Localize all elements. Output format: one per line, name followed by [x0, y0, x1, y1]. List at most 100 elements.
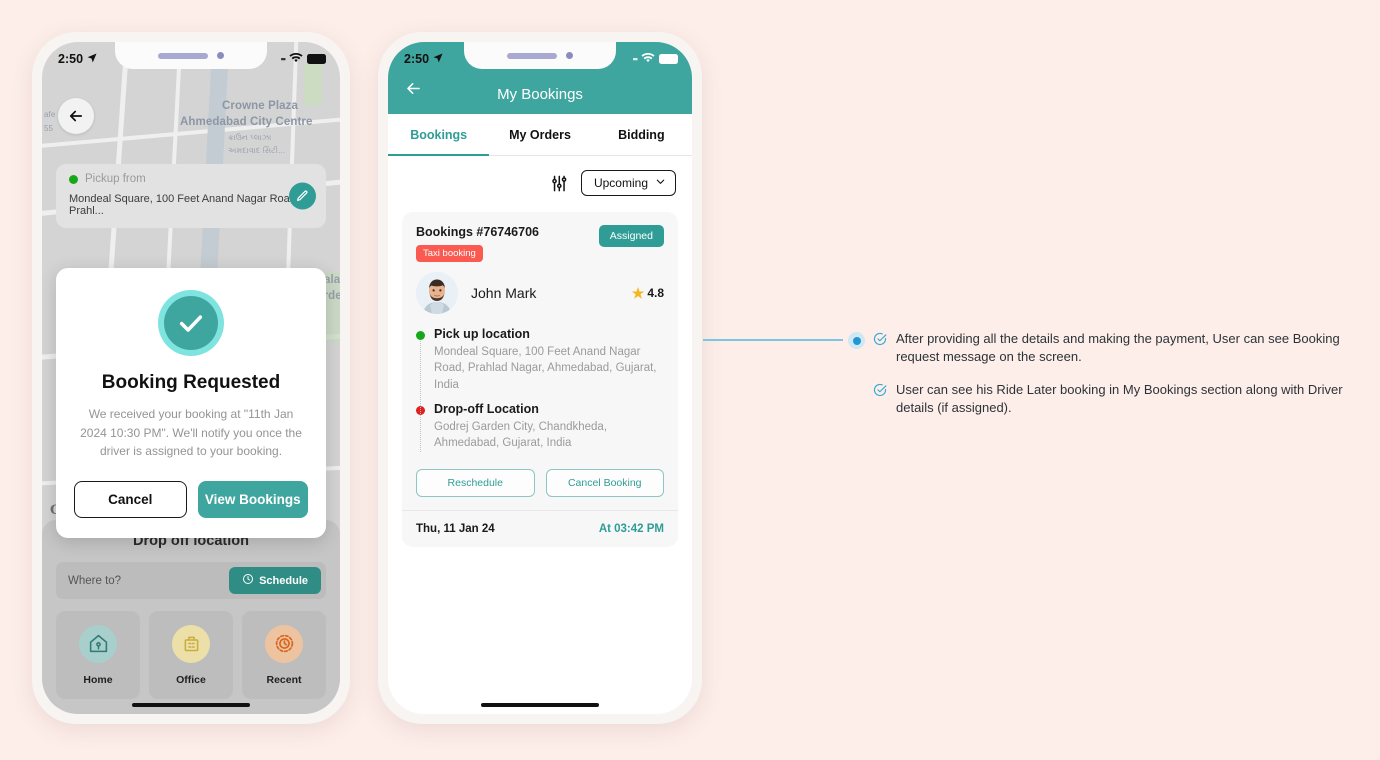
- check-circle-icon: [873, 332, 887, 367]
- pickup-texts: Pick up location Mondeal Square, 100 Fee…: [434, 327, 664, 393]
- driver-name: John Mark: [471, 285, 537, 301]
- edit-pencil-icon[interactable]: [289, 182, 316, 210]
- pickup-location-row: Pick up location Mondeal Square, 100 Fee…: [416, 327, 664, 393]
- phone-mockup-my-bookings: My Bookings Bookings My Orders Bidding U…: [378, 32, 702, 724]
- dropoff-title: Drop-off Location: [434, 401, 539, 416]
- quick-office[interactable]: Office: [149, 611, 233, 699]
- pickup-address: Mondeal Square, 100 Feet Anand Nagar Roa…: [69, 193, 299, 217]
- page-title: My Bookings: [497, 86, 583, 103]
- status-time: 2:50: [58, 52, 84, 66]
- success-check-inner: [164, 296, 218, 350]
- quick-recent[interactable]: Recent: [242, 611, 326, 699]
- status-indicators: ▪▪: [281, 51, 326, 68]
- booking-date: Thu, 11 Jan 24: [416, 522, 495, 535]
- connector-dot-core: [852, 336, 861, 345]
- status-time-group: 2:50: [404, 52, 444, 67]
- location-arrow-icon: [432, 52, 444, 67]
- status-time: 2:50: [404, 52, 430, 66]
- phone1-notch: [115, 42, 267, 69]
- tab-bar: Bookings My Orders Bidding: [388, 114, 692, 156]
- tab-bookings[interactable]: Bookings: [388, 114, 490, 156]
- driver-rating: ★ 4.8: [632, 285, 664, 302]
- annotation-connector-dot: [848, 332, 865, 349]
- route-dotted-line: [420, 341, 421, 452]
- wifi-icon: [641, 51, 655, 68]
- screenshot-stage: Crowne Plaza Ahmedabad City Centre Praha…: [0, 0, 1380, 760]
- battery-icon: [659, 54, 678, 64]
- dropoff-location-row: Drop-off Location Godrej Garden City, Ch…: [416, 402, 664, 452]
- booking-card-header: Bookings #76746706 Taxi booking Assigned: [416, 225, 664, 262]
- clock-icon: [242, 573, 254, 588]
- map-label-small: ક્રાઉન પ્લાઝા: [228, 133, 272, 142]
- chevron-down-icon: [655, 176, 666, 190]
- annotation-list: After providing all the details and maki…: [873, 330, 1353, 432]
- phone-mockup-booking-requested: Crowne Plaza Ahmedabad City Centre Praha…: [32, 32, 350, 724]
- booking-card[interactable]: Bookings #76746706 Taxi booking Assigned: [402, 212, 678, 547]
- home-icon: [79, 624, 117, 663]
- map-label-small: afe: [44, 110, 56, 119]
- location-arrow-icon: [86, 52, 98, 67]
- pickup-header: Pickup from: [69, 173, 313, 185]
- booking-time: At 03:42 PM: [598, 522, 664, 535]
- locations-block: Pick up location Mondeal Square, 100 Fee…: [416, 327, 664, 452]
- phone2-notch: [464, 42, 616, 69]
- map-label: Ahmedabad City Centre: [180, 116, 313, 128]
- status-badge: Assigned: [598, 225, 664, 247]
- pickup-title: Pick up location: [434, 327, 530, 341]
- schedule-button[interactable]: Schedule: [229, 567, 321, 594]
- view-bookings-button[interactable]: View Bookings: [197, 480, 308, 518]
- driver-row: John Mark ★ 4.8: [416, 272, 664, 314]
- filter-row: Upcoming: [388, 156, 692, 206]
- booking-id: Bookings #76746706: [416, 225, 539, 239]
- booking-id-block: Bookings #76746706 Taxi booking: [416, 225, 539, 262]
- check-circle-icon: [873, 383, 887, 418]
- cancel-button[interactable]: Cancel: [74, 480, 187, 518]
- dialog-message: We received your booking at "11th Jan 20…: [80, 407, 302, 459]
- booking-card-footer: Thu, 11 Jan 24 At 03:42 PM: [402, 509, 678, 547]
- status-indicators: ▪▪: [633, 51, 678, 68]
- phone2-screen: My Bookings Bookings My Orders Bidding U…: [388, 42, 692, 714]
- my-bookings-body: My Bookings Bookings My Orders Bidding U…: [388, 42, 692, 714]
- dialog-actions: Cancel View Bookings: [74, 480, 308, 518]
- booking-requested-dialog: Booking Requested We received your booki…: [56, 268, 326, 538]
- status-time-group: 2:50: [58, 52, 98, 67]
- recent-clock-icon: [265, 624, 303, 663]
- back-arrow-icon[interactable]: [404, 79, 423, 104]
- tab-bidding[interactable]: Bidding: [591, 114, 692, 155]
- front-camera: [217, 52, 224, 59]
- annotation-item: User can see his Ride Later booking in M…: [873, 381, 1353, 418]
- where-to-placeholder: Where to?: [68, 574, 122, 587]
- battery-icon: [307, 54, 326, 64]
- booking-card-body: Bookings #76746706 Taxi booking Assigned: [402, 212, 678, 510]
- pickup-dot-icon: [69, 174, 78, 184]
- filter-sliders-icon[interactable]: [549, 174, 568, 193]
- home-indicator: [481, 702, 599, 707]
- map-label-small: અમદાવાદ સિટી...: [228, 146, 286, 155]
- annotation-text: After providing all the details and maki…: [896, 331, 1340, 365]
- map-label-small: 55: [44, 124, 54, 133]
- quick-home-label: Home: [83, 673, 113, 686]
- dropoff-panel: Drop off location Where to? Schedule Hom…: [42, 520, 340, 714]
- pickup-location-card[interactable]: Pickup from Mondeal Square, 100 Feet Ana…: [56, 164, 326, 228]
- dropdown-value: Upcoming: [593, 176, 648, 190]
- status-filter-dropdown[interactable]: Upcoming: [580, 170, 676, 196]
- dialog-title: Booking Requested: [101, 372, 281, 393]
- reschedule-button[interactable]: Reschedule: [416, 468, 535, 497]
- pickup-dot-icon: [416, 331, 425, 340]
- quick-home[interactable]: Home: [56, 611, 140, 699]
- pickup-label: Pickup from: [85, 173, 146, 185]
- wifi-icon: [289, 51, 303, 68]
- cancel-booking-button[interactable]: Cancel Booking: [545, 468, 664, 497]
- speaker-grille: [158, 52, 208, 59]
- rating-value: 4.8: [647, 286, 664, 300]
- quick-office-label: Office: [176, 673, 206, 686]
- dropoff-address: Godrej Garden City, Chandkheda, Ahmedaba…: [434, 420, 608, 450]
- signal-icon: ▪▪: [280, 54, 286, 64]
- map-label: Crowne Plaza: [222, 100, 298, 112]
- back-arrow-icon[interactable]: [58, 98, 94, 134]
- card-actions: Reschedule Cancel Booking: [416, 468, 664, 497]
- pickup-address: Mondeal Square, 100 Feet Anand Nagar Roa…: [434, 346, 657, 391]
- tab-my-orders[interactable]: My Orders: [489, 114, 590, 155]
- where-to-input[interactable]: Where to? Schedule: [56, 562, 326, 599]
- speaker-grille: [507, 52, 557, 59]
